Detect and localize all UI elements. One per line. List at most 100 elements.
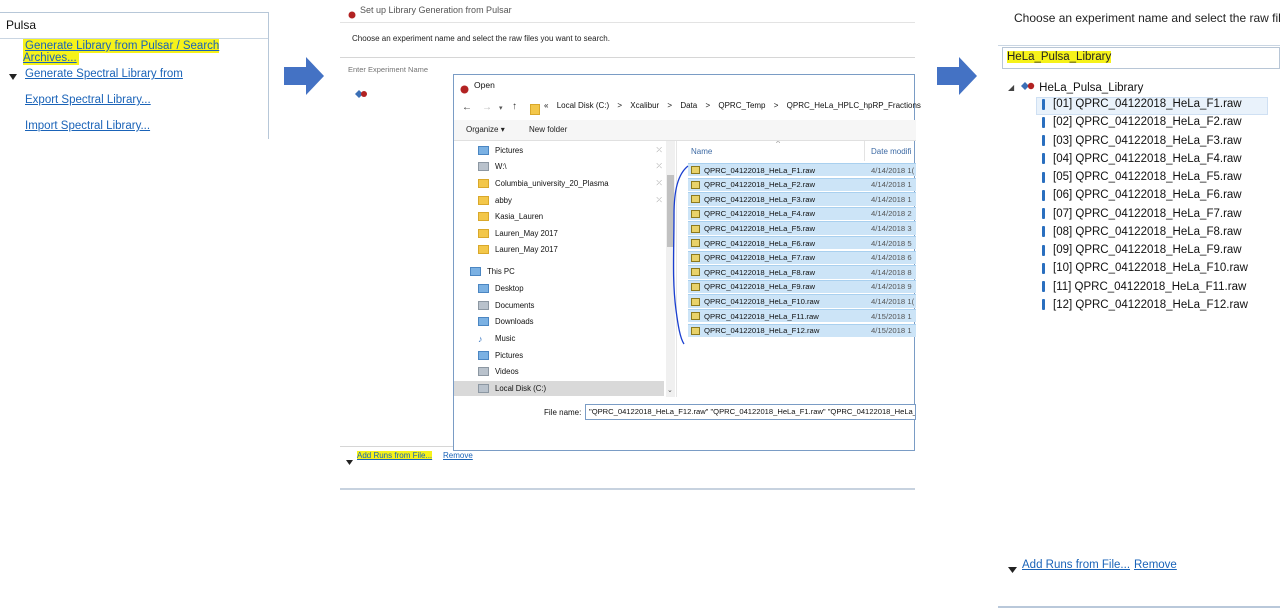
- pin-icon[interactable]: ⤫: [656, 180, 662, 188]
- collapse-triangle-icon[interactable]: ◢: [1008, 83, 1014, 92]
- run-list-item[interactable]: [11] QPRC_04122018_HeLa_F11.raw: [1042, 281, 1246, 293]
- nav-item-documents[interactable]: Documents: [478, 298, 668, 313]
- run-list-item[interactable]: [01] QPRC_04122018_HeLa_F1.raw: [1042, 98, 1242, 110]
- new-folder-button[interactable]: New folder: [529, 125, 567, 134]
- window-title: Set up Library Generation from Pulsar: [360, 5, 512, 15]
- file-name: QPRC_04122018_HeLa_F11.raw: [704, 311, 819, 321]
- column-header-date[interactable]: Date modifi: [871, 147, 911, 156]
- nav-item-label: Kasia_Lauren: [495, 212, 544, 221]
- videos-icon: [478, 367, 489, 376]
- forward-arrow-icon[interactable]: →: [482, 102, 492, 113]
- remove-button[interactable]: Remove: [443, 451, 473, 460]
- nav-item-pictures[interactable]: Pictures ⤫: [478, 143, 668, 158]
- file-name: QPRC_04122018_HeLa_F1.raw: [704, 165, 816, 175]
- expand-triangle-icon[interactable]: [8, 69, 18, 87]
- run-list-item[interactable]: [03] QPRC_04122018_HeLa_F3.raw: [1042, 135, 1242, 147]
- scroll-down-icon[interactable]: ⌄: [667, 386, 673, 394]
- file-name-cell: QPRC_04122018_HeLa_F4.raw: [688, 209, 864, 218]
- expand-triangle-icon[interactable]: [1008, 561, 1017, 579]
- nav-item-downloads[interactable]: Downloads: [478, 314, 668, 329]
- filename-label: File name:: [544, 408, 582, 417]
- organize-button[interactable]: Organize ▾: [466, 125, 505, 134]
- run-list-item[interactable]: [09] QPRC_04122018_HeLa_F9.raw: [1042, 244, 1242, 256]
- menu-item-label[interactable]: Generate Library from Pulsar / Search Ar…: [23, 39, 220, 65]
- breadcrumb-item[interactable]: QPRC_HeLa_HPLC_hpRP_Fractions: [787, 101, 921, 110]
- file-row[interactable]: QPRC_04122018_HeLa_F2.raw 4/14/2018 1: [688, 177, 916, 191]
- run-list-item[interactable]: [12] QPRC_04122018_HeLa_F12.raw: [1042, 299, 1248, 311]
- tree-root-node[interactable]: ◢ HeLa_Pulsa_Library: [1008, 81, 1143, 94]
- add-runs-button[interactable]: Add Runs from File...: [1022, 559, 1130, 571]
- file-row[interactable]: QPRC_04122018_HeLa_F7.raw 4/14/2018 6: [688, 250, 916, 264]
- breadcrumb-item[interactable]: Local Disk (C:): [557, 101, 609, 110]
- nav-item-folder[interactable]: Kasia_Lauren: [478, 209, 668, 224]
- recent-dropdown-icon[interactable]: ▾: [499, 104, 503, 112]
- file-name: QPRC_04122018_HeLa_F5.raw: [704, 224, 816, 234]
- run-label: [10] QPRC_04122018_HeLa_F10.raw: [1053, 262, 1248, 275]
- menu-item-generate-from-pulsar[interactable]: Generate Library from Pulsar / Search Ar…: [23, 39, 268, 65]
- up-arrow-icon[interactable]: ↑: [512, 101, 517, 112]
- divider: [340, 488, 915, 490]
- nav-item-folder[interactable]: Columbia_university_20_Plasma ⤫: [478, 176, 668, 191]
- menu-item-label[interactable]: Export Spectral Library...: [25, 94, 151, 106]
- run-list-item[interactable]: [07] QPRC_04122018_HeLa_F7.raw: [1042, 208, 1242, 220]
- run-label: [11] QPRC_04122018_HeLa_F11.raw: [1053, 280, 1247, 293]
- add-runs-button[interactable]: Add Runs from File...: [357, 451, 433, 460]
- nav-item-local-disk[interactable]: Local Disk (C:): [454, 381, 664, 396]
- nav-item-folder[interactable]: Lauren_May 2017: [478, 226, 668, 241]
- pin-icon[interactable]: ⤫: [656, 163, 662, 171]
- remove-button[interactable]: Remove: [1134, 559, 1177, 571]
- file-date: 4/14/2018 1: [871, 194, 912, 204]
- menu-item-label[interactable]: Generate Spectral Library from: [25, 68, 183, 80]
- nav-item-this-pc[interactable]: This PC: [470, 264, 660, 279]
- run-list-item[interactable]: [06] QPRC_04122018_HeLa_F6.raw: [1042, 189, 1242, 201]
- file-row[interactable]: QPRC_04122018_HeLa_F5.raw 4/14/2018 3: [688, 221, 916, 235]
- menu-item-generate-spectral-library[interactable]: Generate Spectral Library from: [25, 68, 183, 80]
- nav-item-network-drive[interactable]: W:\ ⤫: [478, 159, 668, 174]
- nav-item-label: W:\: [495, 162, 507, 171]
- pin-icon[interactable]: ⤫: [656, 147, 662, 155]
- expand-triangle-icon[interactable]: [346, 453, 353, 471]
- nav-item-desktop[interactable]: Desktop: [478, 281, 668, 296]
- pin-icon[interactable]: ⤫: [656, 197, 662, 205]
- nav-item-label: Lauren_May 2017: [495, 229, 558, 238]
- music-icon: ♪: [478, 333, 483, 344]
- file-row[interactable]: QPRC_04122018_HeLa_F6.raw 4/14/2018 5: [688, 236, 916, 250]
- nav-item-pictures[interactable]: Pictures: [478, 348, 668, 363]
- filename-input[interactable]: "QPRC_04122018_HeLa_F12.raw" "QPRC_04122…: [585, 404, 916, 420]
- back-arrow-icon[interactable]: ←: [462, 102, 472, 113]
- menu-item-import-library[interactable]: Import Spectral Library...: [25, 120, 150, 132]
- breadcrumb-item[interactable]: Data: [680, 101, 697, 110]
- nav-item-music[interactable]: ♪ Music: [478, 331, 668, 346]
- panel-title: Pulsa: [6, 18, 37, 32]
- menu-item-label[interactable]: Import Spectral Library...: [25, 120, 150, 132]
- run-list-item[interactable]: [10] QPRC_04122018_HeLa_F10.raw: [1042, 262, 1248, 274]
- experiment-name-input[interactable]: [346, 62, 470, 77]
- file-name-cell: QPRC_04122018_HeLa_F1.raw: [688, 166, 864, 175]
- nav-item-folder[interactable]: abby ⤫: [478, 193, 668, 208]
- breadcrumb-item[interactable]: QPRC_Temp: [718, 101, 765, 110]
- file-row[interactable]: QPRC_04122018_HeLa_F1.raw 4/14/2018 1(: [688, 163, 916, 177]
- column-header-name[interactable]: Name: [691, 147, 712, 156]
- instruction-text: Choose an experiment name and select the…: [352, 34, 610, 43]
- file-row[interactable]: QPRC_04122018_HeLa_F4.raw 4/14/2018 2: [688, 206, 916, 221]
- run-label: [04] QPRC_04122018_HeLa_F4.raw: [1053, 152, 1242, 165]
- nav-item-videos[interactable]: Videos: [478, 364, 668, 379]
- file-row[interactable]: QPRC_04122018_HeLa_F11.raw 4/15/2018 1: [688, 309, 916, 323]
- breadcrumb-separator: >: [617, 101, 623, 110]
- run-list-item[interactable]: [08] QPRC_04122018_HeLa_F8.raw: [1042, 226, 1242, 238]
- run-list-item[interactable]: [04] QPRC_04122018_HeLa_F4.raw: [1042, 153, 1242, 165]
- file-row[interactable]: QPRC_04122018_HeLa_F9.raw 4/14/2018 9: [688, 279, 916, 294]
- menu-item-export-library[interactable]: Export Spectral Library...: [25, 94, 151, 106]
- nav-item-folder[interactable]: Lauren_May 2017: [478, 242, 668, 257]
- documents-icon: [478, 301, 489, 310]
- run-list-item[interactable]: [02] QPRC_04122018_HeLa_F2.raw: [1042, 116, 1242, 128]
- file-row[interactable]: QPRC_04122018_HeLa_F3.raw 4/14/2018 1: [688, 192, 916, 206]
- file-row[interactable]: QPRC_04122018_HeLa_F12.raw 4/15/2018 1: [688, 323, 916, 337]
- file-row[interactable]: QPRC_04122018_HeLa_F8.raw 4/14/2018 8: [688, 265, 916, 279]
- experiment-name-input[interactable]: HeLa_Pulsa_Library: [1002, 47, 1280, 69]
- breadcrumb[interactable]: « Local Disk (C:) > Xcalibur > Data > QP…: [544, 101, 934, 115]
- downloads-icon: [478, 317, 489, 326]
- breadcrumb-item[interactable]: Xcalibur: [630, 101, 659, 110]
- run-list-item[interactable]: [05] QPRC_04122018_HeLa_F5.raw: [1042, 171, 1242, 183]
- file-row[interactable]: QPRC_04122018_HeLa_F10.raw 4/14/2018 1(: [688, 294, 916, 308]
